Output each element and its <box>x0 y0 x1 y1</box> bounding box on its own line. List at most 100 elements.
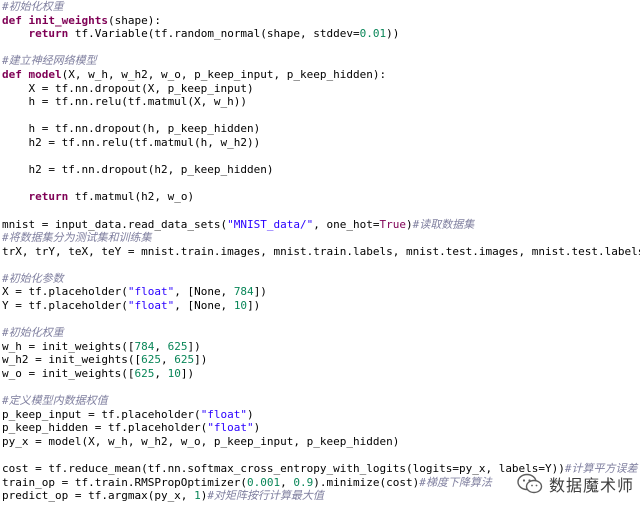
code-line: return tf.Variable(tf.random_normal(shap… <box>2 27 640 41</box>
code-comment: #初始化参数 <box>2 271 64 285</box>
code-token: , <box>154 367 168 381</box>
code-comment: #将数据集分为测试集和训练集 <box>2 231 152 245</box>
code-token: model <box>28 67 62 81</box>
code-token: (X, w_h, w_h2, w_o, p_keep_input, p_keep… <box>61 67 387 81</box>
code-token: init_weights <box>28 13 108 27</box>
code-token: ) <box>253 421 261 435</box>
code-token: ) <box>406 217 413 231</box>
code-line: #初始化参数 <box>2 272 640 286</box>
code-token: predict_op = tf.argmax(py_x, <box>2 489 195 503</box>
code-token: , [None, <box>174 285 234 299</box>
code-line: w_h2 = init_weights([625, 625]) <box>2 353 640 367</box>
code-token: h = tf.nn.relu(tf.matmul(X, w_h)) <box>2 95 248 109</box>
code-line: def model(X, w_h, w_h2, w_o, p_keep_inpu… <box>2 68 640 82</box>
code-line: #定义模型内数据权值 <box>2 394 640 408</box>
code-token: )) <box>386 27 400 41</box>
code-line: w_o = init_weights([625, 10]) <box>2 367 640 381</box>
code-token: ) <box>247 407 254 421</box>
code-token: 0.9 <box>293 475 314 489</box>
code-token: , <box>280 475 294 489</box>
code-token: ]) <box>247 299 261 313</box>
code-line: p_keep_input = tf.placeholder("float") <box>2 408 640 422</box>
code-token: tf.Variable(tf.random_normal(shape, stdd… <box>68 27 360 41</box>
code-line: h2 = tf.nn.dropout(h2, p_keep_hidden) <box>2 163 640 177</box>
code-token: "float" <box>207 421 254 435</box>
code-token: 625 <box>167 339 188 353</box>
code-token: 784 <box>233 285 254 299</box>
code-token: trX, trY, teX, teY = mnist.train.images,… <box>2 244 640 258</box>
code-token: 10 <box>167 367 181 381</box>
code-editor[interactable]: #初始化权重 def init_weights(shape): return tf… <box>2 0 640 518</box>
code-line: Y = tf.placeholder("float", [None, 10]) <box>2 299 640 313</box>
code-token: ]) <box>194 353 208 367</box>
code-token: train_op = tf.train.RMSPropOptimizer( <box>2 475 248 489</box>
code-line: h2 = tf.nn.relu(tf.matmul(h, w_h2)) <box>2 136 640 150</box>
code-token: "float" <box>200 407 248 421</box>
code-token: 0.01 <box>359 27 387 41</box>
code-line: h = tf.nn.relu(tf.matmul(X, w_h)) <box>2 95 640 109</box>
code-token: p_keep_hidden = tf.placeholder( <box>2 421 208 435</box>
code-token: "float" <box>127 285 175 299</box>
code-token: tf.matmul(h2, w_o) <box>68 190 195 204</box>
code-token: "MNIST_data/" <box>227 217 314 231</box>
code-token: ]) <box>253 285 267 299</box>
code-token: ]) <box>180 367 195 381</box>
code-comment: #初始化权重 <box>2 326 64 340</box>
code-token: , <box>160 353 175 367</box>
code-line: py_x = model(X, w_h, w_h2, w_o, p_keep_i… <box>2 435 640 449</box>
code-line: X = tf.nn.dropout(X, p_keep_input) <box>2 82 640 96</box>
code-token: Y = tf.placeholder( <box>2 299 128 313</box>
code-token: ).minimize(cost) <box>313 475 420 489</box>
code-token: 784 <box>134 339 155 353</box>
code-token: 1 <box>194 489 201 503</box>
code-line: def init_weights(shape): <box>2 14 640 28</box>
code-token: h = tf.nn.dropout(h, p_keep_hidden) <box>2 122 261 136</box>
code-line: mnist = input_data.read_data_sets("MNIST… <box>2 218 640 232</box>
code-line: #初始化权重 <box>2 0 640 14</box>
code-comment: #读取数据集 <box>412 217 475 231</box>
code-line: return tf.matmul(h2, w_o) <box>2 190 640 204</box>
code-token: , <box>154 339 168 353</box>
code-token: cost = tf.reduce_mean(tf.nn.softmax_cros… <box>2 462 565 476</box>
watermark-text: 数据魔术师 <box>548 476 634 495</box>
wechat-icon <box>517 473 543 494</box>
code-line: w_h = init_weights([784, 625]) <box>2 340 640 354</box>
code-comment: #对矩阵按行计算最大值 <box>207 489 324 503</box>
code-token: 625 <box>174 353 195 367</box>
code-token: , one_hot= <box>313 217 380 231</box>
code-token: p_keep_input = tf.placeholder( <box>2 407 201 421</box>
code-token: X = tf.placeholder( <box>2 285 128 299</box>
code-token: def <box>2 67 29 81</box>
code-token: return <box>28 190 69 204</box>
code-line: #建立神经网络模型 <box>2 54 640 68</box>
code-token: 625 <box>141 353 161 367</box>
code-comment: #定义模型内数据权值 <box>2 394 108 408</box>
code-comment: #初始化权重 <box>2 0 64 13</box>
code-line: X = tf.placeholder("float", [None, 784]) <box>2 285 640 299</box>
code-token: X = tf.nn.dropout(X, p_keep_input) <box>2 81 254 95</box>
code-token: py_x = model(X, w_h, w_h2, w_o, p_keep_i… <box>2 435 400 448</box>
code-token: def <box>2 13 29 27</box>
code-token: mnist = input_data.read_data_sets( <box>2 217 228 231</box>
code-token: w_o = init_weights([ <box>2 367 135 381</box>
code-token: 10 <box>233 299 248 313</box>
code-token: ]) <box>187 339 201 353</box>
code-line: #初始化权重 <box>2 326 640 340</box>
code-token: 625 <box>134 367 155 381</box>
code-line: h = tf.nn.dropout(h, p_keep_hidden) <box>2 122 640 136</box>
code-token: h2 = tf.nn.dropout(h2, p_keep_hidden) <box>2 163 274 177</box>
code-token: , [None, <box>174 299 234 313</box>
code-token: w_h2 = init_weights([ <box>2 353 142 367</box>
code-line: #将数据集分为测试集和训练集 <box>2 231 640 245</box>
code-token: h2 = tf.nn.relu(tf.matmul(h, w_h2)) <box>2 135 261 149</box>
code-line: trX, trY, teX, teY = mnist.train.images,… <box>2 245 640 259</box>
